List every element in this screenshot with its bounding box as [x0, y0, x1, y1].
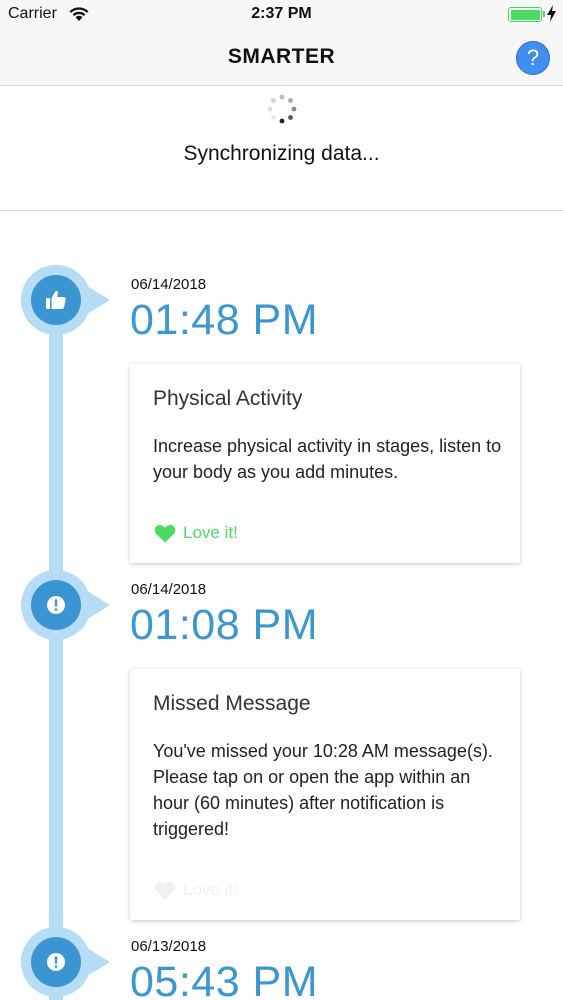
card-title: Missed Message [153, 692, 311, 715]
thumbs-up-icon [44, 288, 68, 312]
status-bar: Carrier 2:37 PM [0, 0, 563, 28]
love-it-label: Love it! [183, 880, 238, 899]
exclamation-icon [46, 952, 66, 972]
sync-status-text: Synchronizing data... [183, 142, 380, 165]
card-title: Physical Activity [153, 387, 303, 410]
exclamation-icon [46, 595, 66, 615]
message-card[interactable]: Physical Activity Increase physical acti… [130, 364, 520, 563]
help-button[interactable]: ? [516, 41, 550, 75]
navigation-bar: SMARTER ? [0, 28, 563, 86]
charging-bolt-icon [547, 5, 556, 27]
heart-icon [154, 524, 176, 542]
timeline-node [20, 264, 112, 336]
message-card[interactable]: Missed Message You've missed your 10:28 … [130, 669, 520, 920]
entry-time: 01:08 PM [130, 601, 319, 649]
loading-spinner-icon [267, 94, 297, 124]
status-time: 2:37 PM [251, 5, 312, 22]
love-it-button[interactable]: Love it! [154, 523, 238, 543]
love-it-button[interactable]: Love it! [154, 880, 238, 900]
card-body: You've missed your 10:28 AM message(s). … [153, 741, 493, 839]
timeline-node [20, 569, 112, 641]
app-title: SMARTER [227, 45, 336, 68]
heart-icon [154, 881, 176, 899]
entry-time: 01:48 PM [130, 296, 319, 344]
entry-date: 06/14/2018 [131, 276, 207, 293]
timeline-node [20, 926, 112, 998]
entry-time: 05:43 PM [130, 958, 319, 1000]
love-it-label: Love it! [183, 523, 238, 542]
entry-date: 06/14/2018 [131, 581, 207, 598]
battery-icon [508, 7, 542, 22]
sync-panel: Synchronizing data... [0, 87, 563, 211]
battery-tip [543, 11, 545, 17]
entry-date: 06/13/2018 [131, 938, 207, 955]
timeline-line [49, 300, 63, 1000]
card-body: Increase physical activity in stages, li… [153, 436, 502, 482]
